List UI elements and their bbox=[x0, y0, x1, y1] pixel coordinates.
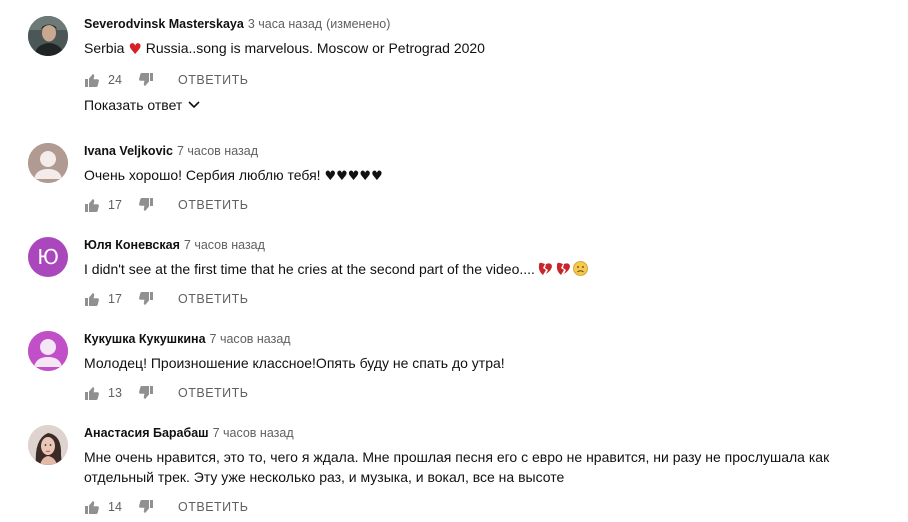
like-count: 24 bbox=[108, 73, 122, 87]
show-replies-button[interactable]: Показать ответ bbox=[84, 97, 200, 113]
reply-button[interactable]: ОТВЕТИТЬ bbox=[178, 292, 249, 306]
comment-author[interactable]: Анастасия Барабаш bbox=[84, 426, 209, 440]
sad-face-emoji-icon bbox=[573, 261, 588, 281]
comment-text-part: I didn't see at the first time that he c… bbox=[84, 261, 535, 277]
comment-time[interactable]: 7 часов назад bbox=[184, 238, 265, 252]
avatar-letter: Ю bbox=[37, 245, 59, 269]
comment-time[interactable]: 7 часов назад bbox=[177, 144, 258, 158]
avatar[interactable] bbox=[28, 16, 68, 56]
photo-avatar-woman-icon bbox=[28, 425, 68, 465]
show-replies-label: Показать ответ bbox=[84, 97, 183, 113]
thumbs-down-icon[interactable] bbox=[138, 385, 154, 401]
thumbs-up-icon[interactable] bbox=[84, 197, 100, 213]
broken-heart-emoji-icon bbox=[555, 261, 571, 281]
comment-text: Serbia ♥ Russia..song is marvelous. Mosc… bbox=[84, 38, 898, 59]
thumbs-down-icon[interactable] bbox=[138, 72, 154, 88]
comment-text: Очень хорошо! Сербия люблю тебя! ♥♥♥♥♥ bbox=[84, 165, 898, 187]
thumbs-down-icon[interactable] bbox=[138, 291, 154, 307]
comment-actions: 24 ОТВЕТИТЬ bbox=[84, 70, 249, 90]
comment-actions: 14 ОТВЕТИТЬ bbox=[84, 497, 249, 517]
reply-button[interactable]: ОТВЕТИТЬ bbox=[178, 198, 249, 212]
thumbs-up-icon[interactable] bbox=[84, 499, 100, 515]
chevron-down-icon bbox=[188, 101, 200, 109]
thumbs-down-icon[interactable] bbox=[138, 499, 154, 515]
default-user-icon bbox=[28, 331, 68, 371]
comment-text: Молодец! Произношение классное!Опять буд… bbox=[84, 355, 505, 371]
comment-time[interactable]: 3 часа назад bbox=[248, 17, 322, 31]
comment-actions: 17 ОТВЕТИТЬ bbox=[84, 195, 249, 215]
comment-time[interactable]: 7 часов назад bbox=[213, 426, 294, 440]
avatar[interactable] bbox=[28, 331, 68, 371]
like-count: 17 bbox=[108, 292, 122, 306]
avatar[interactable] bbox=[28, 143, 68, 183]
thumbs-up-icon[interactable] bbox=[84, 72, 100, 88]
comment-text: I didn't see at the first time that he c… bbox=[84, 259, 898, 281]
comment-text-part: Очень хорошо! Сербия люблю тебя! bbox=[84, 167, 325, 183]
comment-time[interactable]: 7 часов назад bbox=[210, 332, 291, 346]
comment-author[interactable]: Severodvinsk Masterskaya bbox=[84, 17, 244, 31]
broken-heart-emoji-icon bbox=[537, 261, 553, 281]
photo-avatar-man-icon bbox=[28, 16, 68, 56]
reply-button[interactable]: ОТВЕТИТЬ bbox=[178, 500, 249, 514]
reply-button[interactable]: ОТВЕТИТЬ bbox=[178, 73, 249, 87]
comment-actions: 17 ОТВЕТИТЬ bbox=[84, 289, 249, 309]
like-count: 13 bbox=[108, 386, 122, 400]
like-count: 17 bbox=[108, 198, 122, 212]
comment-author[interactable]: Ivana Veljkovic bbox=[84, 144, 173, 158]
comment-text: Мне очень нравится, это то, чего я ждала… bbox=[84, 449, 830, 485]
default-user-icon bbox=[28, 143, 68, 183]
comment-actions: 13 ОТВЕТИТЬ bbox=[84, 383, 249, 403]
comments-section: Severodvinsk Masterskaya 3 часа назад (изм… bbox=[0, 0, 908, 522]
black-hearts-icon: ♥♥♥♥♥ bbox=[324, 169, 383, 184]
like-count: 14 bbox=[108, 500, 122, 514]
comment-text-part: Russia..song is marvelous. Moscow or Pet… bbox=[141, 40, 485, 56]
avatar[interactable] bbox=[28, 425, 68, 465]
thumbs-up-icon[interactable] bbox=[84, 291, 100, 307]
thumbs-up-icon[interactable] bbox=[84, 385, 100, 401]
comment-edited-label: (изменено) bbox=[326, 17, 391, 31]
comment-author[interactable]: Юля Коневская bbox=[84, 238, 180, 252]
comment-text-part: Serbia bbox=[84, 40, 125, 56]
reply-button[interactable]: ОТВЕТИТЬ bbox=[178, 386, 249, 400]
avatar[interactable]: Ю bbox=[28, 237, 68, 277]
red-heart-icon: ♥ bbox=[128, 40, 142, 58]
comment-author[interactable]: Кукушка Кукушкина bbox=[84, 332, 206, 346]
thumbs-down-icon[interactable] bbox=[138, 197, 154, 213]
